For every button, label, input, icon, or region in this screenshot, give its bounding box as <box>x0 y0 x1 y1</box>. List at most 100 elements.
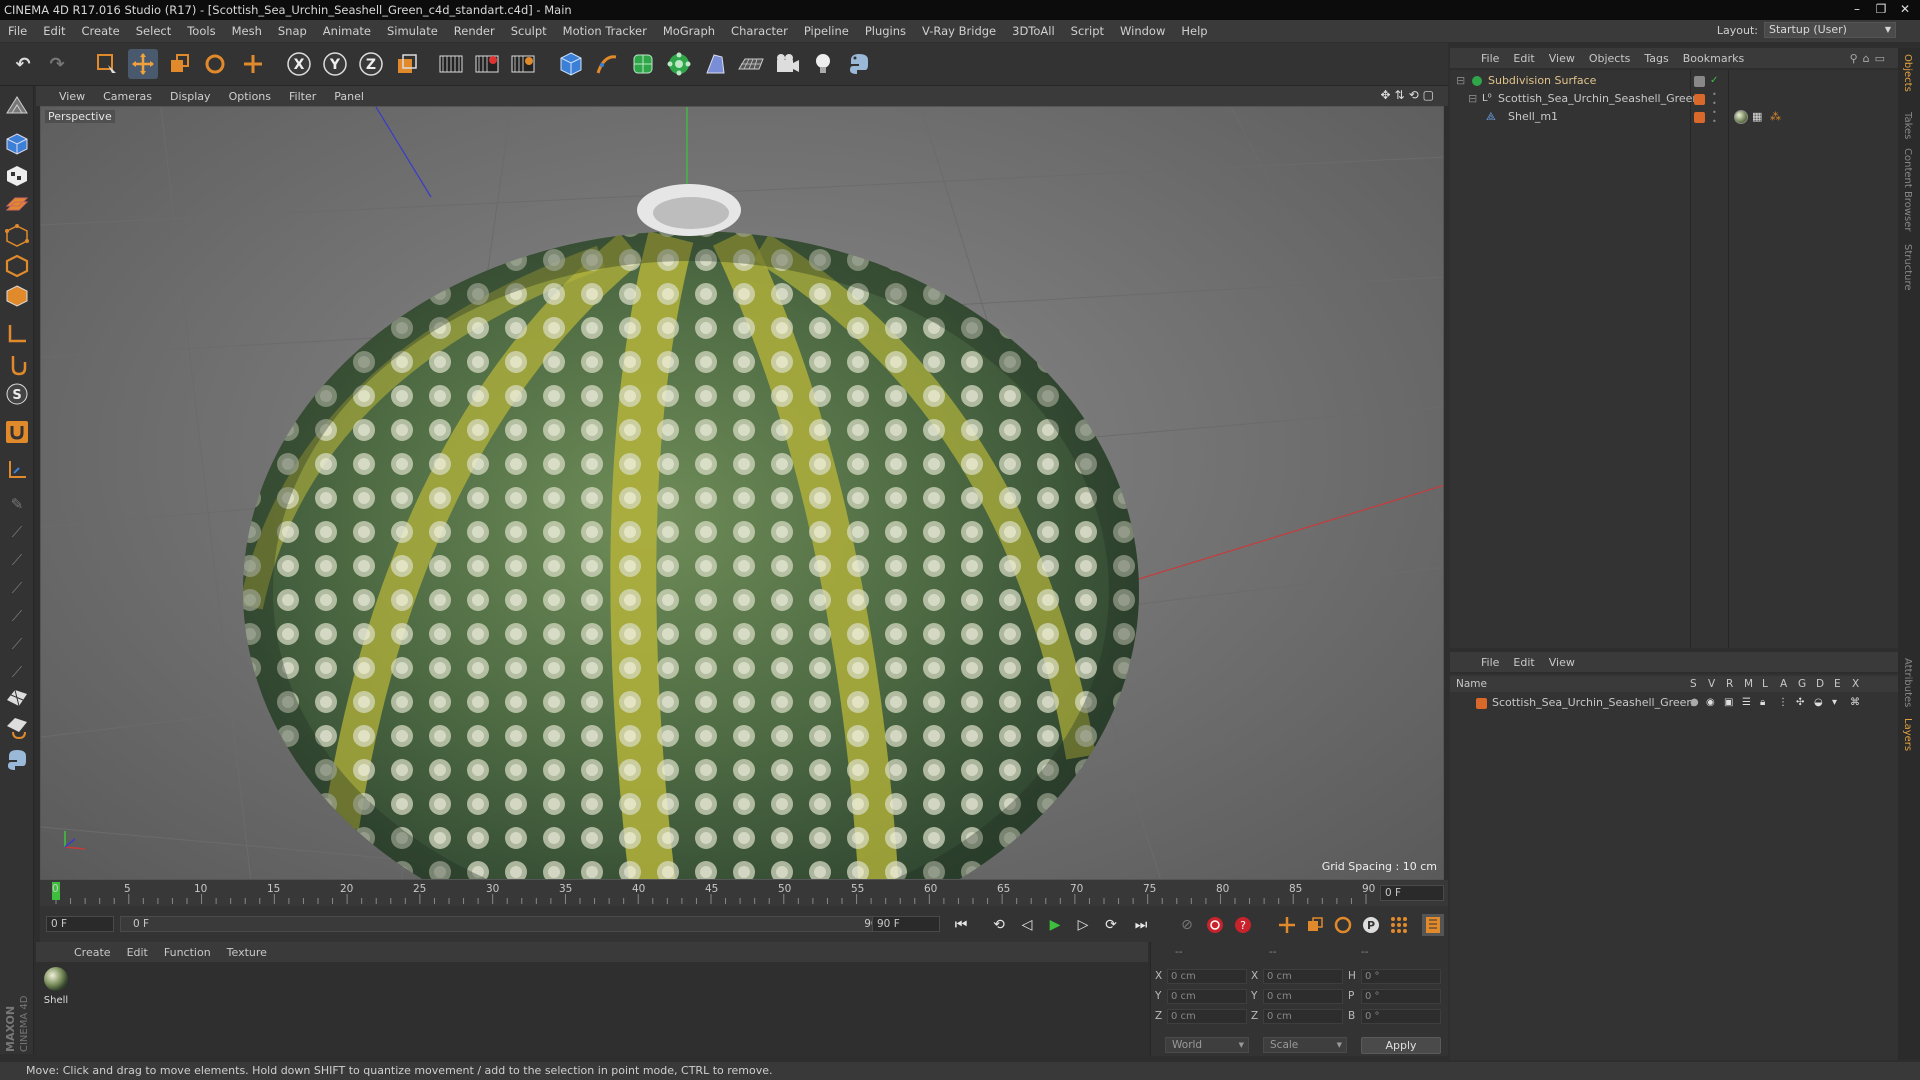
timeline-ruler[interactable]: 0 5 10 15 20 25 30 35 40 45 50 55 60 65 … <box>40 880 1448 906</box>
menu-sculpt[interactable]: Sculpt <box>503 24 555 38</box>
object-menu-objects[interactable]: Objects <box>1582 52 1638 65</box>
viewport-menu-display[interactable]: Display <box>161 90 220 103</box>
record-keys-icon[interactable]: ⊘ <box>1176 914 1198 936</box>
material-menu-edit[interactable]: Edit <box>119 946 156 959</box>
viewport-menu-cameras[interactable]: Cameras <box>94 90 161 103</box>
menu-edit[interactable]: Edit <box>35 24 73 38</box>
render-settings-icon[interactable] <box>508 49 538 79</box>
move-tool-icon[interactable] <box>128 49 158 79</box>
redo-icon[interactable]: ↷ <box>42 49 72 79</box>
sculpt-flatten-icon[interactable]: ⟋ <box>3 630 31 658</box>
menu-motion-tracker[interactable]: Motion Tracker <box>555 24 655 38</box>
timeline-window-icon[interactable] <box>1422 914 1444 936</box>
position-y-field[interactable]: 0 cm <box>1167 989 1247 1004</box>
menu-pipeline[interactable]: Pipeline <box>796 24 857 38</box>
menu-tools[interactable]: Tools <box>179 24 223 38</box>
object-menu-view[interactable]: View <box>1542 52 1582 65</box>
maximize-icon[interactable]: ❐ <box>1870 1 1892 17</box>
play-icon[interactable]: ▶ <box>1044 914 1066 936</box>
key-pla-icon[interactable] <box>1388 914 1410 936</box>
object-name[interactable]: Subdivision Surface <box>1488 72 1596 90</box>
layer-menu-file[interactable]: File <box>1474 656 1506 669</box>
tree-collapse-icon[interactable]: ⊟ <box>1456 72 1465 90</box>
material-menu-texture[interactable]: Texture <box>219 946 275 959</box>
key-parameter-icon[interactable]: P <box>1360 914 1382 936</box>
layer-color-chip[interactable] <box>1694 76 1705 87</box>
layer-name[interactable]: Scottish_Sea_Urchin_Seashell_Green <box>1492 694 1693 712</box>
z-axis-lock-icon[interactable]: Z <box>356 49 386 79</box>
menu-simulate[interactable]: Simulate <box>379 24 446 38</box>
menu-select[interactable]: Select <box>128 24 179 38</box>
light-icon[interactable] <box>808 49 838 79</box>
key-rotation-icon[interactable] <box>1332 914 1354 936</box>
subdivision-surface-icon[interactable] <box>628 49 658 79</box>
texture-mode-icon[interactable] <box>3 162 31 190</box>
layer-row[interactable]: Scottish_Sea_Urchin_Seashell_Green ● ◉ ▣… <box>1450 694 1898 712</box>
menu-mograph[interactable]: MoGraph <box>655 24 723 38</box>
keyframe-selection-icon[interactable]: ? <box>1232 914 1254 936</box>
layer-generators-icon[interactable]: ✣ <box>1796 694 1804 712</box>
python-icon[interactable] <box>844 49 874 79</box>
menu-help[interactable]: Help <box>1173 24 1215 38</box>
object-name[interactable]: Scottish_Sea_Urchin_Seashell_Green <box>1498 90 1699 108</box>
layer-color-chip[interactable] <box>1476 698 1487 709</box>
menu-file[interactable]: File <box>0 24 35 38</box>
object-manager-search-icons[interactable]: ⚲⌂▭ <box>1850 52 1890 65</box>
layer-color-chip[interactable] <box>1694 112 1705 123</box>
apply-button[interactable]: Apply <box>1361 1037 1441 1054</box>
cloner-icon[interactable] <box>664 49 694 79</box>
tab-layers[interactable]: Layers <box>1902 718 1913 751</box>
make-editable-icon[interactable] <box>3 92 31 120</box>
start-frame-field[interactable]: 0 F <box>46 916 114 932</box>
object-name[interactable]: Shell_m1 <box>1508 108 1558 126</box>
layer-lock-icon[interactable]: 🔒︎ <box>1760 694 1765 712</box>
viewport-nav-icons[interactable]: ✥⇅⟲▢ <box>1380 88 1438 102</box>
layer-xrefs-icon[interactable]: ⌘ <box>1850 694 1860 712</box>
model-mode-icon[interactable] <box>3 130 31 158</box>
tab-takes[interactable]: Takes <box>1902 112 1913 139</box>
tab-structure[interactable]: Structure <box>1902 244 1913 291</box>
uvw-tag-icon[interactable]: ▦ <box>1752 108 1762 126</box>
layer-animation-icon[interactable]: ⋮ <box>1778 694 1788 712</box>
position-z-field[interactable]: 0 cm <box>1167 1009 1247 1024</box>
layer-solo-icon[interactable]: ● <box>1690 694 1699 712</box>
menu-animate[interactable]: Animate <box>315 24 379 38</box>
visibility-dots-icon[interactable]: • • <box>1712 108 1717 126</box>
menu-snap[interactable]: Snap <box>270 24 315 38</box>
layer-manager-icon[interactable]: ☰ <box>1742 694 1751 712</box>
tree-collapse-icon[interactable]: ⊟ <box>1468 90 1477 108</box>
object-row-shell-m1[interactable]: ⟁ Shell_m1 • • ▦ ⁂ <box>1450 108 1898 126</box>
viewport-camera-label[interactable]: Perspective <box>45 110 115 123</box>
sculpt-grab-icon[interactable]: ⟋ <box>3 574 31 602</box>
edges-mode-icon[interactable] <box>3 252 31 280</box>
material-swatch[interactable]: Shell <box>42 966 70 1006</box>
layer-deformers-icon[interactable]: ◒ <box>1814 694 1823 712</box>
layer-visible-icon[interactable]: ◉ <box>1706 694 1715 712</box>
magnet-icon[interactable] <box>3 418 31 446</box>
coordinate-space-dropdown[interactable]: World ▼ <box>1165 1037 1249 1053</box>
minimize-icon[interactable]: – <box>1846 1 1868 17</box>
axis-mode-icon[interactable] <box>3 320 31 348</box>
layer-menu-edit[interactable]: Edit <box>1506 656 1541 669</box>
quantize-icon[interactable] <box>3 456 31 484</box>
object-row-sea-urchin-group[interactable]: ⊟ L⁰ Scottish_Sea_Urchin_Seashell_Green … <box>1450 90 1898 108</box>
workplane-mode-icon[interactable] <box>3 190 31 218</box>
object-menu-tags[interactable]: Tags <box>1637 52 1675 65</box>
layout-dropdown[interactable]: Startup (User) ▼ <box>1764 22 1896 38</box>
previous-key-icon[interactable]: ⟲ <box>988 914 1010 936</box>
deformer-icon[interactable] <box>700 49 730 79</box>
position-x-field[interactable]: 0 cm <box>1167 969 1247 984</box>
menu-plugins[interactable]: Plugins <box>857 24 914 38</box>
range-slider[interactable]: 0 F 90 F <box>120 916 902 932</box>
rotate-tool-icon[interactable] <box>200 49 230 79</box>
current-frame-field[interactable]: 0 F <box>1380 885 1444 901</box>
key-position-icon[interactable] <box>1276 914 1298 936</box>
viewport-menu-options[interactable]: Options <box>220 90 280 103</box>
coordinate-mode-dropdown[interactable]: Scale ▼ <box>1263 1037 1347 1053</box>
camera-icon[interactable] <box>772 49 802 79</box>
menu-render[interactable]: Render <box>446 24 503 38</box>
menu-create[interactable]: Create <box>74 24 128 38</box>
y-axis-lock-icon[interactable]: Y <box>320 49 350 79</box>
material-menu-function[interactable]: Function <box>156 946 219 959</box>
menu-character[interactable]: Character <box>723 24 796 38</box>
